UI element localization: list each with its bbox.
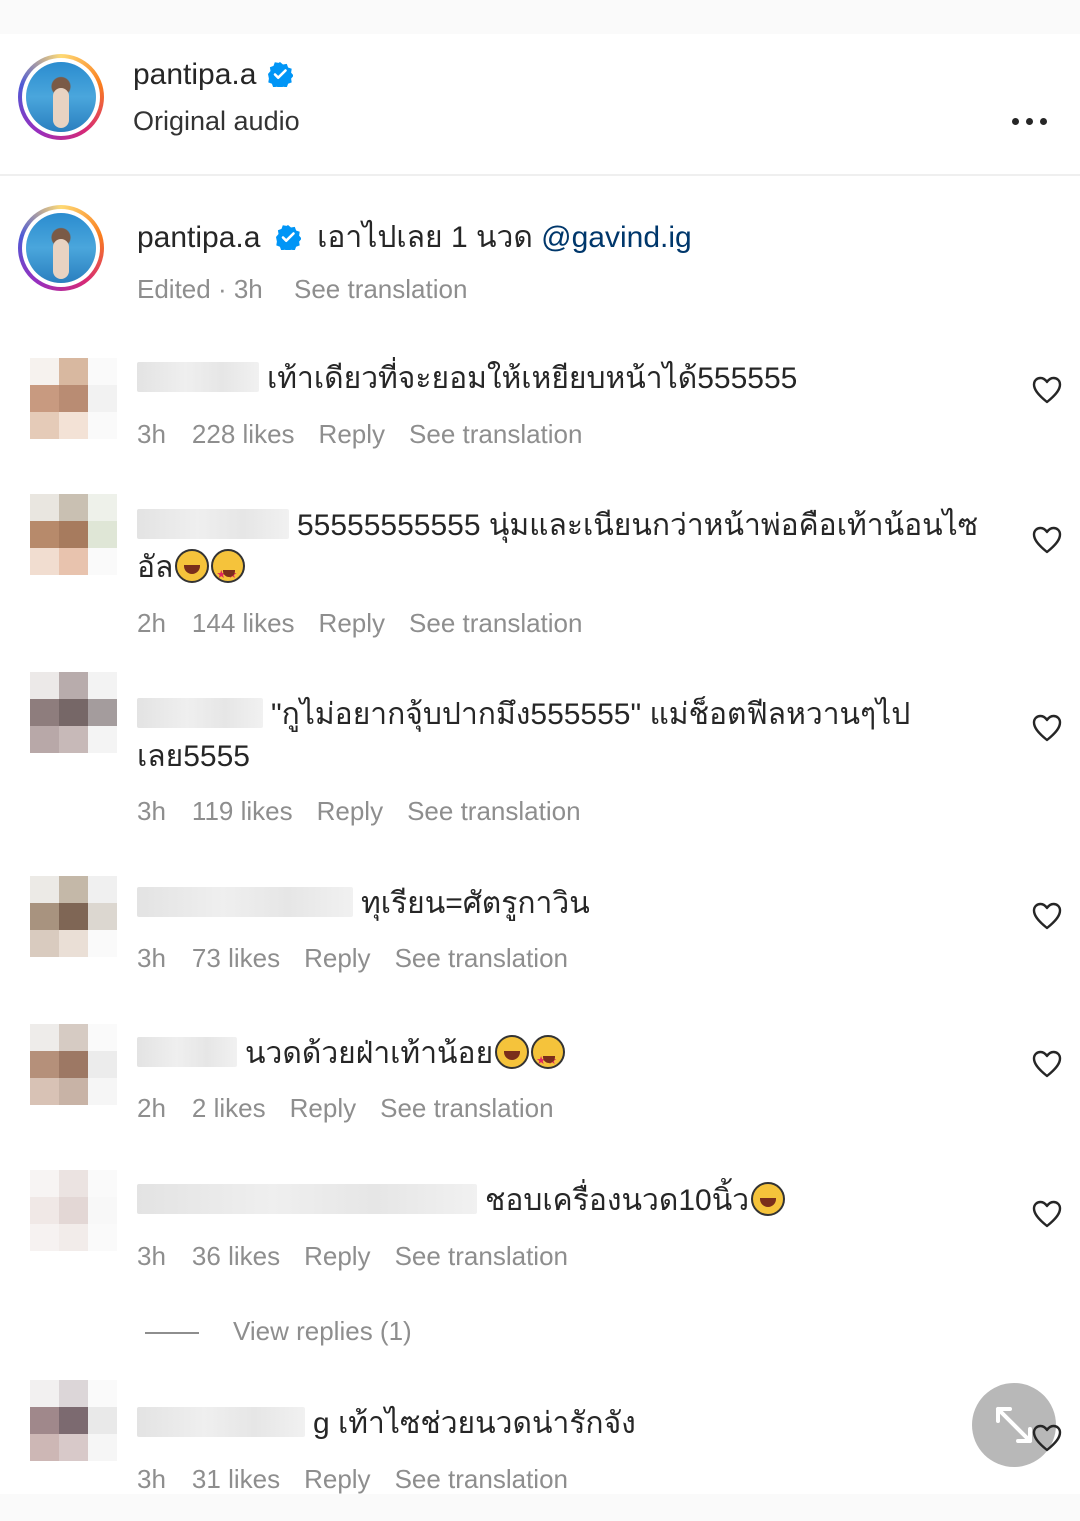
comment-meta: 2h 144 likes Reply See translation — [137, 608, 606, 639]
comment-meta: 3h 36 likes Reply See translation — [137, 1241, 592, 1272]
comment-avatar[interactable] — [30, 876, 118, 958]
comment-text: "กูไม่อยากจุ้บปากมึง555555" แม่ช็อตฟีลหว… — [271, 698, 911, 731]
username[interactable]: pantipa.a — [133, 58, 256, 91]
star-eyes-emoji-icon — [211, 549, 246, 596]
reply-button[interactable]: Reply — [317, 796, 383, 826]
caption-avatar[interactable] — [18, 205, 104, 291]
blurred-username[interactable] — [137, 1037, 237, 1067]
like-count[interactable]: 144 likes — [192, 608, 295, 638]
comment-meta: 3h 119 likes Reply See translation — [137, 796, 605, 827]
blurred-username[interactable] — [137, 887, 353, 917]
star-eyes-emoji-icon — [531, 1035, 566, 1082]
audio-label[interactable]: Original audio — [133, 106, 300, 137]
comment-time: 3h — [137, 1464, 166, 1494]
see-translation-link[interactable]: See translation — [380, 1093, 553, 1123]
see-translation-link[interactable]: See translation — [395, 1464, 568, 1494]
comment-body: ทุเรียน=ศัตรูกาวิน — [137, 883, 590, 925]
heart-outline-icon[interactable] — [1032, 376, 1062, 404]
reply-button[interactable]: Reply — [319, 419, 385, 449]
heart-outline-icon[interactable] — [1032, 714, 1062, 742]
like-count[interactable]: 119 likes — [192, 796, 293, 826]
comment-meta: 3h 228 likes Reply See translation — [137, 419, 606, 450]
avatar[interactable] — [18, 54, 104, 140]
comment-text: ชอบเครื่องนวด10นิ้ว — [485, 1184, 750, 1217]
heart-outline-icon[interactable] — [1032, 1424, 1062, 1452]
reply-button[interactable]: Reply — [304, 1241, 370, 1271]
laughing-emoji-icon — [751, 1182, 786, 1216]
reply-button[interactable]: Reply — [304, 943, 370, 973]
like-count[interactable]: 31 likes — [192, 1464, 280, 1494]
comment-text-cont: อัล — [137, 551, 174, 584]
comment-text: g เท้าไซช่วยนวดน่ารักจัง — [313, 1407, 636, 1440]
see-translation-link[interactable]: See translation — [409, 419, 582, 449]
comment-text: ทุเรียน=ศัตรูกาวิน — [361, 887, 590, 920]
comment-meta: 3h 73 likes Reply See translation — [137, 943, 592, 974]
reply-button[interactable]: Reply — [304, 1464, 370, 1494]
comment-body: "กูไม่อยากจุ้บปากมึง555555" แม่ช็อตฟีลหว… — [137, 694, 997, 778]
comment-time: 2h — [137, 608, 166, 638]
comment-avatar[interactable] — [30, 1380, 118, 1462]
comment-body: ชอบเครื่องนวด10นิ้ว — [137, 1180, 786, 1222]
comment-text: นวดด้วยฝ่าเท้าน้อย — [245, 1037, 494, 1070]
view-replies-label[interactable]: View replies (1) — [233, 1316, 412, 1346]
reply-button[interactable]: Reply — [319, 608, 385, 638]
view-replies-button[interactable]: View replies (1) — [145, 1316, 412, 1347]
comment-time: 3h — [137, 796, 166, 826]
more-options-icon[interactable] — [1012, 112, 1052, 132]
caption-username[interactable]: pantipa.a — [137, 221, 260, 254]
comment-avatar[interactable] — [30, 358, 118, 440]
verified-badge-icon — [275, 224, 301, 250]
comment-body: 55555555555 นุ่มและเนียนกว่าหน้าพ่อคือเท… — [137, 505, 997, 596]
post-header: pantipa.a Original audio — [0, 34, 1080, 176]
comment-avatar[interactable] — [30, 494, 118, 576]
laughing-emoji-icon — [495, 1035, 530, 1069]
like-count[interactable]: 73 likes — [192, 943, 280, 973]
comment-avatar[interactable] — [30, 1170, 118, 1252]
comment-meta: 2h 2 likes Reply See translation — [137, 1093, 578, 1124]
blurred-username[interactable] — [137, 1184, 477, 1214]
comment-time: 2h — [137, 1093, 166, 1123]
see-translation-link[interactable]: See translation — [407, 796, 580, 826]
see-translation-link[interactable]: See translation — [294, 274, 467, 304]
comment-body: เท้าเดียวที่จะยอมให้เหยียบหน้าได้555555 — [137, 358, 797, 400]
caption-mention[interactable]: @gavind.ig — [541, 221, 692, 254]
comment-time: 3h — [137, 1241, 166, 1271]
see-translation-link[interactable]: See translation — [395, 1241, 568, 1271]
blurred-username[interactable] — [137, 698, 263, 728]
heart-outline-icon[interactable] — [1032, 1050, 1062, 1078]
comment-time: 3h — [137, 943, 166, 973]
blurred-username[interactable] — [137, 362, 259, 392]
caption-text: เอาไปเลย 1 นวด — [317, 221, 533, 254]
heart-outline-icon[interactable] — [1032, 902, 1062, 930]
divider — [145, 1332, 199, 1335]
comment-body: นวดด้วยฝ่าเท้าน้อย — [137, 1033, 566, 1082]
heart-outline-icon[interactable] — [1032, 1200, 1062, 1228]
caption-time: Edited · 3h — [137, 274, 263, 304]
comment-body: g เท้าไซช่วยนวดน่ารักจัง — [137, 1403, 636, 1445]
comment-text: 55555555555 นุ่มและเนียนกว่าหน้าพ่อคือเท… — [297, 509, 979, 542]
caption-meta: Edited · 3h See translation — [137, 274, 491, 305]
reply-button[interactable]: Reply — [290, 1093, 356, 1123]
comment-text: เท้าเดียวที่จะยอมให้เหยียบหน้าได้555555 — [267, 362, 798, 395]
like-count[interactable]: 228 likes — [192, 419, 295, 449]
laughing-emoji-icon — [175, 549, 210, 583]
comment-avatar[interactable] — [30, 1024, 118, 1106]
post-author: pantipa.a — [133, 58, 293, 92]
like-count[interactable]: 2 likes — [192, 1093, 266, 1123]
comment-text-cont: เลย5555 — [137, 740, 250, 773]
comment-meta: 3h 31 likes Reply See translation — [137, 1464, 592, 1495]
like-count[interactable]: 36 likes — [192, 1241, 280, 1271]
blurred-username[interactable] — [137, 1407, 305, 1437]
heart-outline-icon[interactable] — [1032, 526, 1062, 554]
comment-time: 3h — [137, 419, 166, 449]
blurred-username[interactable] — [137, 509, 289, 539]
see-translation-link[interactable]: See translation — [395, 943, 568, 973]
verified-badge-icon — [267, 61, 293, 87]
see-translation-link[interactable]: See translation — [409, 608, 582, 638]
caption-line: pantipa.a เอาไปเลย 1 นวด @gavind.ig — [137, 214, 692, 261]
comment-avatar[interactable] — [30, 672, 118, 754]
